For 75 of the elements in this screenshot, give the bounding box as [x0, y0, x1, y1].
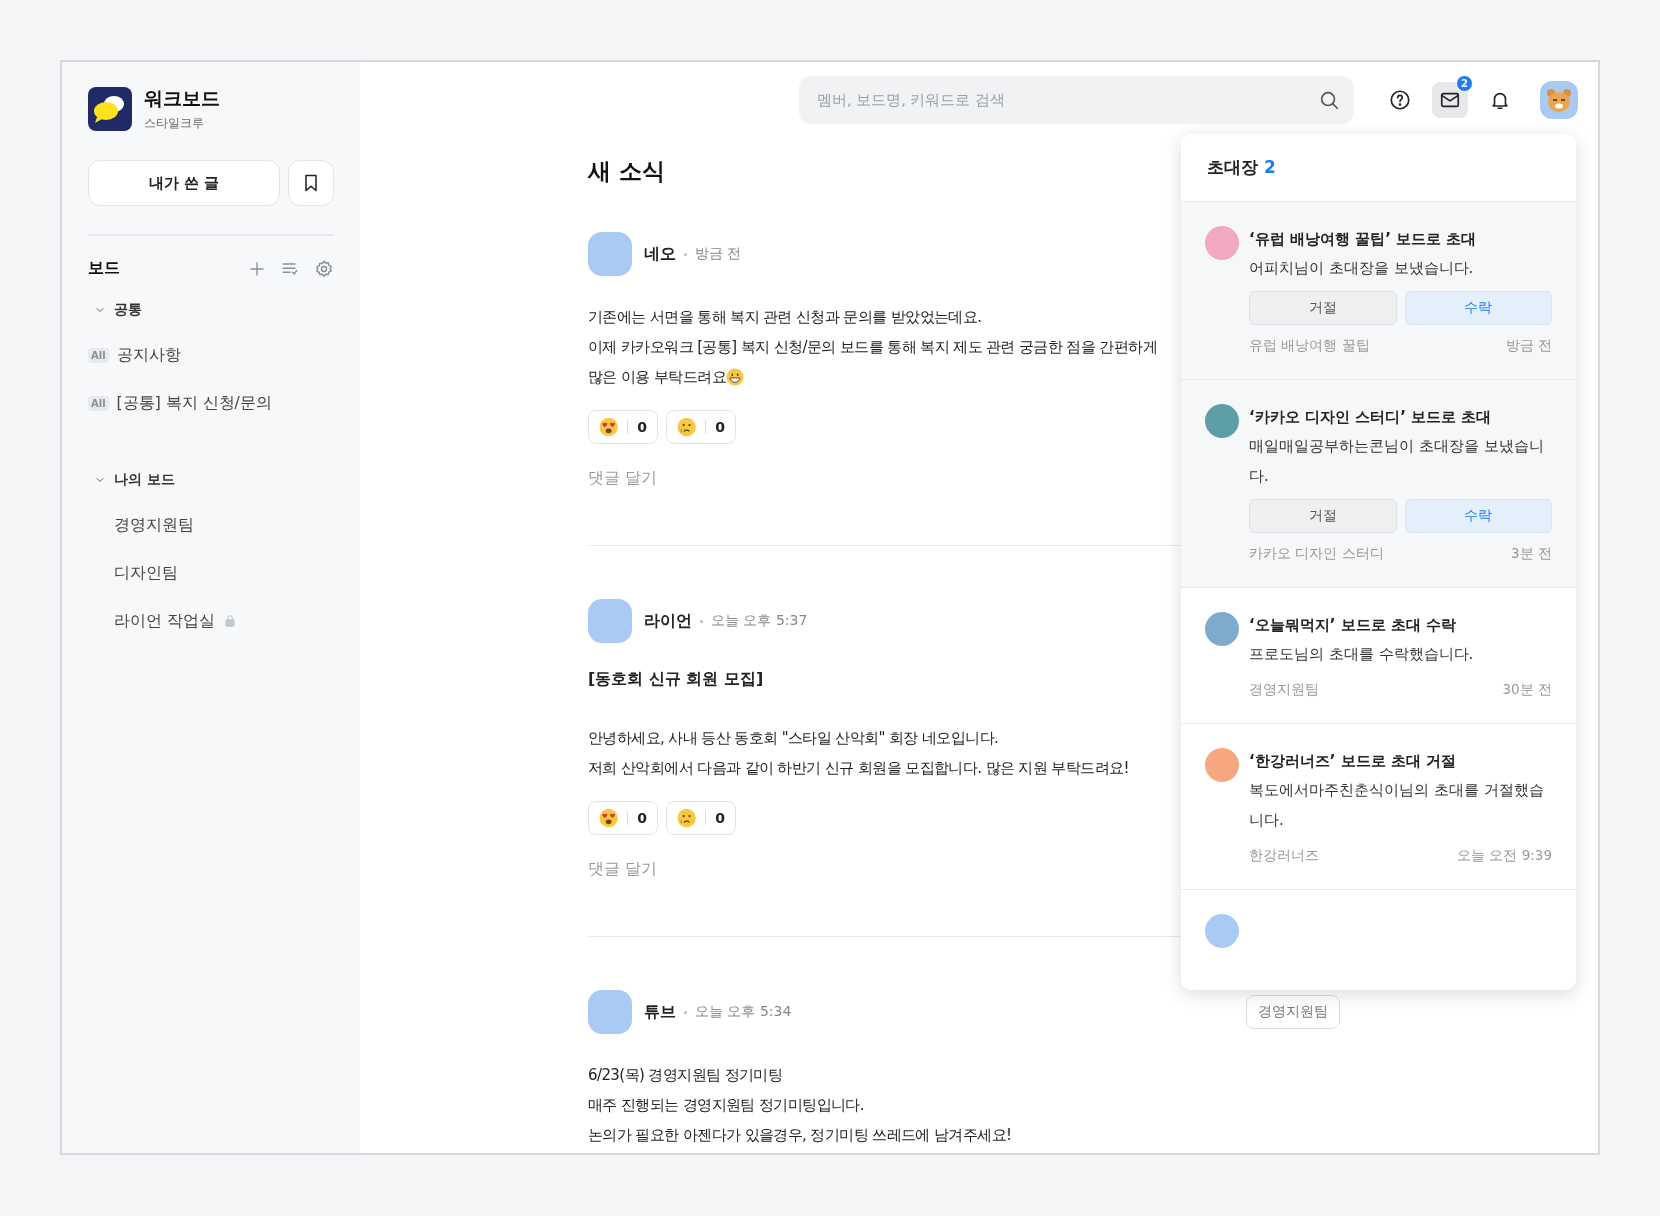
heart-eyes-emoji-icon: [599, 417, 619, 437]
workspace-title: 워크보드: [144, 86, 220, 111]
board-item[interactable]: All [공통] 복지 신청/문의: [88, 381, 334, 425]
invitation-message: 복도에서마주친춘식이님의 초대를 거절했습니다.: [1249, 780, 1545, 831]
board-name: 경영지원팀: [1249, 681, 1319, 699]
board-item[interactable]: 경영지원팀: [88, 503, 334, 547]
reaction-button[interactable]: 0: [666, 801, 736, 835]
post-text: 많은 이용 부탁드려요: [588, 367, 726, 388]
author-avatar: [588, 990, 632, 1034]
invitation-time: 오늘 오전 9:39: [1457, 847, 1552, 865]
post-text: 안녕하세요, 사내 등산 동호회 "스타일 산악회" 회장 네오입니다.: [588, 728, 999, 749]
board-group-toggle[interactable]: 나의 보드: [88, 467, 334, 493]
invitation-title: ‘유럽 배낭여행 꿀팁’ 보드로 초대: [1249, 230, 1478, 249]
board-name: 카카오 디자인 스터디: [1249, 545, 1384, 563]
user-avatar-button[interactable]: [1540, 81, 1578, 119]
reaction-button[interactable]: 0: [666, 410, 736, 444]
boards-heading: 보드: [88, 258, 120, 279]
post-text: 매주 진행되는 경영지원팀 정기미팅입니다.: [588, 1095, 864, 1116]
post-title: [동호회 신규 회원 모집]: [588, 669, 764, 690]
invitation-time: 방금 전: [1505, 337, 1552, 355]
bookmark-button[interactable]: [288, 160, 334, 206]
board-item[interactable]: 디자인팀: [88, 551, 334, 595]
invitation-title: ‘한강러너즈’ 보드로 초대 거절: [1249, 752, 1458, 771]
invitation-item[interactable]: ‘유럽 배낭여행 꿀팁’ 보드로 초대 어피치님이 초대장을 보냈습니다. 거절 수락 유럽 배낭여행 꿀팁 방금 전: [1181, 202, 1576, 380]
post-text: 이제 카카오워크 [공통] 복지 신청/문의 보드를 통해 복지 제도 관련 궁금한 점을 간편하게: [588, 337, 1157, 358]
board-tag: 경영지원팀: [1246, 995, 1340, 1029]
author-name: 라이언: [644, 610, 692, 632]
post-time: 오늘 오후 5:37: [711, 612, 808, 630]
invitation-item[interactable]: ‘카카오 디자인 스터디’ 보드로 초대 매일매일공부하는콘님이 초대장을 보냈습니다. 거절 수락 카카오 디자인 스터디 3분 전: [1181, 380, 1576, 588]
accept-button[interactable]: 수락: [1404, 499, 1552, 533]
search-icon: [1318, 89, 1340, 111]
search-field[interactable]: 멤버, 보드명, 키워드로 검색: [799, 76, 1354, 124]
post-text: 저희 산악회에서 다음과 같이 하반기 신규 회원을 모집합니다. 많은 지원 부탁드려요!: [588, 758, 1129, 779]
invitation-title: ‘카카오 디자인 스터디’ 보드로 초대: [1249, 408, 1493, 427]
author-avatar: [588, 232, 632, 276]
help-icon: [1389, 89, 1411, 111]
invitation-message: 매일매일공부하는콘님이 초대장을 보냈습니다.: [1249, 436, 1545, 487]
post-time: 오늘 오후 5:34: [695, 1003, 792, 1021]
board-name: 한강러너즈: [1249, 847, 1319, 865]
board-item[interactable]: All 공지사항: [88, 333, 334, 377]
app-logo: [88, 87, 132, 131]
author-name: 네오: [644, 243, 676, 265]
workspace-subtitle: 스타일크루: [144, 115, 205, 132]
board-item[interactable]: 라이언 작업실: [88, 599, 334, 643]
board-name: 유럽 배낭여행 꿀팁: [1249, 337, 1370, 355]
unread-count-badge: 2: [1456, 75, 1473, 92]
all-badge: All: [88, 347, 109, 363]
plus-icon: [248, 259, 266, 278]
post-text: 논의가 필요한 아젠다가 있을경우, 정기미팅 쓰레드에 남겨주세요!: [588, 1125, 1012, 1146]
invitation-item[interactable]: ‘오늘뭐먹지’ 보드로 초대 수락 프로도님의 초대를 수락했습니다. 경영지원팀 30분 전: [1181, 588, 1576, 724]
decline-button[interactable]: 거절: [1249, 499, 1397, 533]
accept-button[interactable]: 수락: [1404, 291, 1552, 325]
all-badge: All: [88, 395, 109, 411]
crying-emoji-icon: [677, 417, 697, 437]
invitation-message: 어피치님이 초대장을 보냈습니다.: [1249, 258, 1475, 279]
heart-eyes-emoji-icon: [599, 808, 619, 828]
board-group-toggle[interactable]: 공통: [88, 297, 334, 323]
feed-title: 새 소식: [588, 157, 665, 186]
my-posts-button[interactable]: 내가 쓴 글: [88, 160, 280, 206]
settings-icon: [314, 258, 334, 279]
author-name: 튜브: [644, 1001, 676, 1023]
reaction-button[interactable]: 0: [588, 410, 658, 444]
decline-button[interactable]: 거절: [1249, 291, 1397, 325]
post-text: 6/23(목) 경영지원팀 정기미팅: [588, 1065, 783, 1086]
post-time: 방금 전: [695, 245, 742, 263]
invitation-message: 프로도님의 초대를 수락했습니다.: [1249, 644, 1475, 665]
invitation-time: 30분 전: [1502, 681, 1552, 699]
reaction-button[interactable]: 0: [588, 801, 658, 835]
lock-icon: [222, 614, 237, 628]
invitation-item[interactable]: ‘한강러너즈’ 보드로 초대 거절 복도에서마주친춘식이님의 초대를 거절했습니다. 한강러너즈 오늘 오전 9:39: [1181, 724, 1576, 890]
author-avatar: [588, 599, 632, 643]
invitation-title: ‘오늘뭐먹지’ 보드로 초대 수락: [1249, 616, 1458, 635]
invitation-time: 3분 전: [1511, 545, 1552, 563]
crying-emoji-icon: [677, 808, 697, 828]
post-text: 기존에는 서면을 통해 복지 관련 신청과 문의를 받았었는데요.: [588, 307, 982, 328]
